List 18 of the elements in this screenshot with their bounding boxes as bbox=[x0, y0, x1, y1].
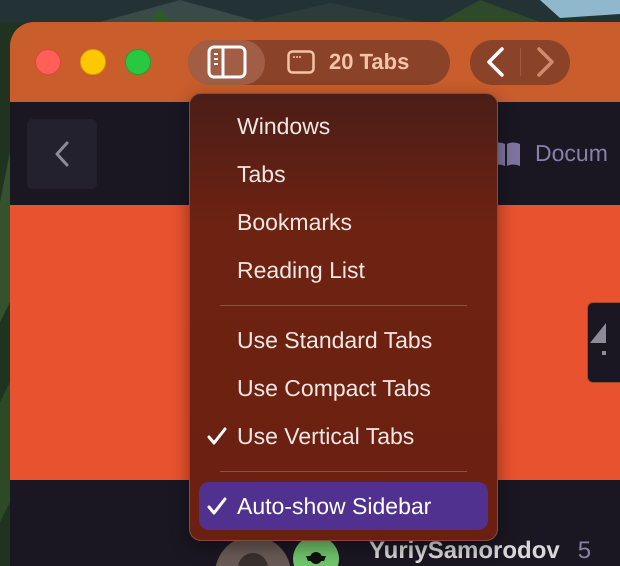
user-name: YuriySamorodov bbox=[369, 538, 560, 564]
chevron-left-icon bbox=[54, 140, 70, 166]
minimize-button[interactable] bbox=[80, 49, 106, 75]
count: 5 bbox=[578, 538, 592, 564]
menu-item[interactable]: Auto-show Sidebar bbox=[199, 482, 488, 530]
menu-item[interactable]: Bookmarks bbox=[199, 198, 488, 246]
zoom-button[interactable] bbox=[125, 49, 151, 75]
close-button[interactable] bbox=[35, 49, 61, 75]
chevron-right-icon bbox=[534, 47, 556, 77]
sidebar-button[interactable] bbox=[188, 40, 265, 84]
menu-item[interactable]: Windows bbox=[199, 102, 488, 150]
sidebar-icon bbox=[206, 45, 246, 79]
window-icon bbox=[287, 50, 315, 74]
menu-item[interactable]: Tabs bbox=[199, 150, 488, 198]
menu-item[interactable]: Use Vertical Tabs bbox=[199, 412, 488, 460]
menu-item[interactable]: Reading List bbox=[199, 246, 488, 294]
menu-item[interactable]: Use Standard Tabs bbox=[199, 316, 488, 364]
menu-item[interactable]: Use Compact Tabs bbox=[199, 364, 488, 412]
